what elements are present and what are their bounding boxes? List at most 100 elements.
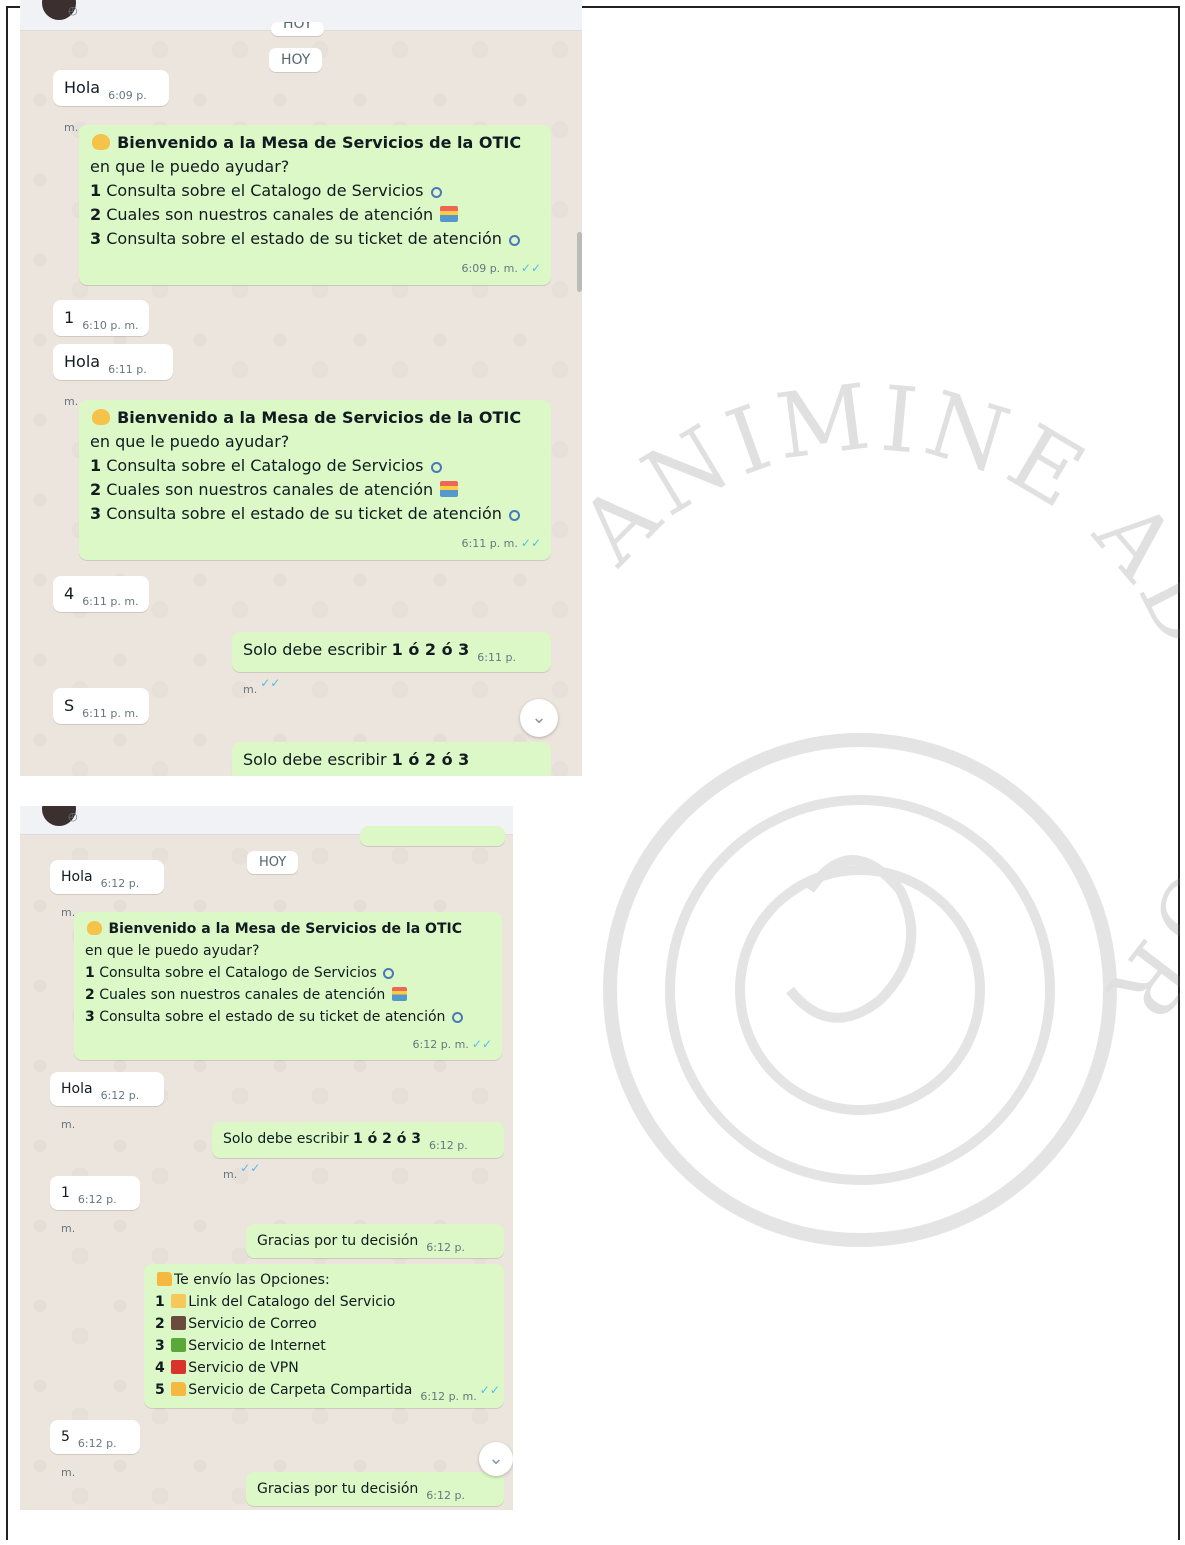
svg-text:ANIMINE AD AMORIS VITAM: ANIMINE AD AMORIS VITAM (560, 270, 1180, 1044)
option-number: 1 (90, 181, 102, 200)
chevron-down-icon[interactable]: ⌄ (479, 1442, 513, 1476)
message-in[interactable]: Hola 6:11 p. m. (53, 344, 173, 408)
message-time: 6:09 p. m. (461, 262, 518, 275)
option-text: Consulta sobre el estado de su ticket de… (106, 229, 502, 248)
option-number: 3 (90, 229, 102, 248)
message-text: Gracias por tu decisión (257, 1233, 419, 1249)
option-text: Consulta sobre el estado de su ticket de… (99, 1009, 446, 1025)
message-text: 1 (61, 1185, 70, 1201)
message-in[interactable]: Hola 6:12 p. m. (50, 1072, 164, 1131)
message-bold-text: 1 ó 2 ó 3 (391, 640, 470, 659)
welcome-text: Bienvenido a la Mesa de Servicios de la … (117, 133, 522, 152)
option-text: Servicio de Correo (188, 1316, 317, 1332)
red-book-icon (171, 1360, 187, 1374)
welcome-text: Bienvenido a la Mesa de Servicios de la … (117, 408, 522, 427)
message-out[interactable]: Solo debe escribir 1 ó 2 ó 3 (232, 742, 551, 776)
message-in[interactable]: 4 6:11 p. m. (53, 576, 149, 612)
magnifier-icon (383, 968, 395, 979)
message-text: Solo debe escribir (243, 750, 387, 769)
option-text: Cuales son nuestros canales de atención (106, 480, 434, 499)
option-number: 3 (85, 1009, 95, 1025)
message-in[interactable]: 5 6:12 p. m. (50, 1420, 140, 1479)
option-text: Cuales son nuestros canales de atención (99, 987, 386, 1003)
message-out[interactable]: Gracias por tu decisión6:12 p. m.✓✓ (246, 1472, 504, 1506)
message-text: Gracias por tu decisión (257, 1481, 419, 1497)
date-chip-label: HOY (259, 855, 287, 870)
double-check-icon: ✓✓ (520, 536, 541, 550)
waving-hand-icon (87, 921, 102, 935)
message-time: 6:11 p. m. (461, 537, 518, 550)
message-in[interactable]: Hola 6:12 p. m. (50, 860, 164, 919)
option-text: Consulta sobre el Catalogo de Servicios (106, 181, 424, 200)
option-number: 2 (90, 480, 102, 499)
message-text: Hola (64, 78, 101, 97)
file-cabinet-icon (440, 481, 459, 497)
folder-icon (171, 1382, 187, 1396)
chat-panel-2[interactable]: ◴ HOY Hola 6:12 p. m. Bienvenido a la Mes… (20, 806, 513, 1510)
menu-message[interactable]: Bienvenido a la Mesa de Servicios de la … (79, 400, 551, 560)
option-text: Link del Catalogo del Servicio (188, 1294, 396, 1310)
date-chip: HOY (247, 851, 299, 874)
option-number: 2 (90, 205, 102, 224)
option-text: Consulta sobre el Catalogo de Servicios (99, 965, 377, 981)
message-time: 6:11 p. m. (82, 595, 139, 608)
option-number: 3 (90, 504, 102, 523)
option-number: 2 (155, 1316, 165, 1332)
message-bold-text: 1 ó 2 ó 3 (353, 1131, 422, 1147)
scrollbar[interactable] (577, 232, 582, 292)
option-text: Servicio de VPN (188, 1360, 299, 1376)
date-chip-partial-label: HOY (283, 22, 313, 32)
menu-message[interactable]: Bienvenido a la Mesa de Servicios de la … (74, 912, 502, 1060)
double-check-icon: ✓✓ (520, 261, 541, 275)
message-text: 5 (61, 1429, 70, 1445)
option-number: 1 (85, 965, 95, 981)
message-in[interactable]: 1 6:12 p. m. (50, 1176, 140, 1235)
chevron-down-icon[interactable]: ⌄ (520, 699, 558, 737)
waving-hand-icon (92, 134, 110, 150)
file-cabinet-icon (391, 987, 407, 1001)
date-chip-partial: HOY (271, 22, 325, 36)
chat-panel-1[interactable]: ◴ HOY HOY Hola 6:09 p. m. Bienvenido a la… (20, 0, 582, 776)
message-text: S (64, 696, 75, 715)
magnifier-icon (430, 187, 442, 198)
double-check-icon: ✓✓ (240, 1161, 261, 1175)
magnifier-icon (430, 462, 442, 473)
green-book-icon (171, 1338, 187, 1352)
option-number: 1 (155, 1294, 165, 1310)
magnifier-icon (509, 510, 520, 521)
option-number: 2 (85, 987, 95, 1003)
message-time: 6:10 p. m. (82, 319, 139, 332)
option-text: Consulta sobre el estado de su ticket de… (106, 504, 502, 523)
message-bold-text: 1 ó 2 ó 3 (391, 750, 470, 769)
waving-hand-icon (92, 409, 110, 425)
clock-icon: ◴ (68, 810, 78, 823)
message-in[interactable]: S 6:11 p. m. (53, 688, 149, 724)
message-out[interactable]: Solo debe escribir 1 ó 2 ó 3 6:12 p. m. ✓✓ (212, 1122, 504, 1181)
option-number: 5 (155, 1382, 165, 1398)
prompt-text: en que le puedo ayudar? (90, 157, 290, 176)
message-text: 4 (64, 584, 75, 603)
welcome-text: Bienvenido a la Mesa de Servicios de la … (108, 921, 462, 937)
message-text: Hola (61, 1081, 93, 1097)
option-number: 1 (90, 456, 102, 475)
message-out[interactable]: Solo debe escribir 1 ó 2 ó 3 6:11 p. m. ✓✓ (232, 632, 551, 696)
magnifier-icon (451, 1012, 463, 1023)
prompt-text: en que le puedo ayudar? (90, 432, 290, 451)
ledger-icon (171, 1294, 187, 1308)
message-in[interactable]: 1 6:10 p. m. (53, 300, 149, 336)
message-in[interactable]: Hola 6:09 p. m. (53, 70, 169, 134)
prompt-text: en que le puedo ayudar? (85, 943, 260, 959)
option-text: Consulta sobre el Catalogo de Servicios (106, 456, 424, 475)
option-number: 3 (155, 1338, 165, 1354)
double-check-icon: ✓✓ (471, 1037, 492, 1051)
magnifier-icon (509, 235, 520, 246)
option-text: Servicio de Carpeta Compartida (188, 1382, 413, 1398)
message-text: 1 (64, 308, 75, 327)
message-time: 6:12 p. m. (420, 1390, 477, 1403)
message-out[interactable]: Gracias por tu decisión6:12 p. m.✓✓ (246, 1224, 504, 1283)
seal-watermark: ANIMINE AD AMORIS VITAM (560, 270, 1180, 1247)
menu-message[interactable]: Bienvenido a la Mesa de Servicios de la … (79, 125, 551, 285)
message-out-partial (360, 826, 505, 846)
watermark-text: ANIMINE AD AMORIS VITAM (560, 270, 1180, 1044)
options-message[interactable]: Te envío las Opciones: 1 Link del Catalo… (144, 1264, 504, 1408)
